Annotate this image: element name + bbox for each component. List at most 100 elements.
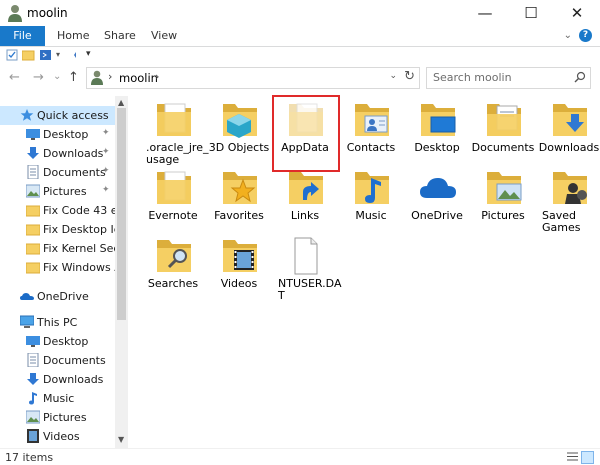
nav-pictures[interactable]: Pictures ✦ (0, 182, 115, 201)
file-item-ntuser-dat[interactable]: NTUSER.DA T (272, 236, 341, 302)
desktop-icon (26, 129, 40, 140)
videos-icon (223, 240, 257, 272)
tab-view[interactable]: View (151, 26, 177, 46)
desktop-icon (26, 336, 40, 347)
music-icon (29, 392, 37, 405)
ribbon-tabs: File Home Share View ⌄ ? (0, 26, 600, 47)
scroll-up-button[interactable]: ▲ (118, 98, 124, 107)
scrollbar-thumb[interactable] (117, 108, 126, 320)
download-icon (27, 147, 39, 159)
appdata-highlight-box (272, 95, 340, 172)
videos-icon (27, 429, 39, 443)
nav-pc-downloads[interactable]: Downloads (0, 370, 115, 389)
breadcrumb-separator[interactable]: › (155, 70, 159, 83)
forward-button[interactable]: → (33, 70, 44, 85)
file-item-pictures[interactable]: Pictures (470, 168, 536, 234)
navigation-pane: Quick access Desktop ✦ Downloads ✦ Docum… (0, 96, 127, 448)
properties-icon[interactable] (6, 49, 18, 64)
folder-icon (26, 205, 40, 217)
file-list: .oracle_jre_ usage 3D Objects AppData Co… (140, 95, 600, 448)
scroll-down-button[interactable]: ▼ (118, 435, 124, 444)
file-icon (294, 237, 318, 275)
address-bar[interactable]: › moolin › ⌄ ↻ (86, 67, 420, 89)
file-item-contacts[interactable]: Contacts (338, 100, 404, 166)
item-count: 17 items (5, 451, 54, 464)
file-item-favorites[interactable]: Favorites (206, 168, 272, 234)
download-icon (27, 373, 39, 385)
nav-pc-music[interactable]: Music (0, 389, 115, 408)
file-item-searches[interactable]: Searches (140, 236, 206, 302)
file-item-3d-objects[interactable]: 3D Objects (206, 100, 272, 166)
file-item-music[interactable]: Music (338, 168, 404, 234)
breadcrumb-separator[interactable]: › (108, 70, 112, 83)
nav-documents[interactable]: Documents ✦ (0, 163, 115, 182)
new-folder-icon[interactable] (21, 49, 35, 64)
search-placeholder: Search moolin (433, 71, 512, 84)
nav-pc-videos[interactable]: Videos (0, 427, 115, 446)
file-item-downloads[interactable]: Downloads (536, 100, 600, 166)
pin-icon[interactable]: ✦ (102, 166, 110, 176)
refresh-button[interactable]: ↻ (404, 69, 415, 84)
pin-icon[interactable]: ✦ (102, 147, 110, 157)
minimize-button[interactable]: — (462, 0, 508, 26)
file-item-videos[interactable]: Videos (206, 236, 272, 302)
pictures-icon (26, 410, 40, 424)
star-icon (20, 109, 34, 121)
maximize-button[interactable]: ☐ (508, 0, 554, 26)
file-item-oracle-jre-usage[interactable]: .oracle_jre_ usage (140, 100, 208, 166)
folder-icon (157, 171, 191, 204)
file-item-onedrive[interactable]: OneDrive (404, 168, 470, 234)
nav-pc-desktop[interactable]: Desktop (0, 332, 115, 351)
searches-icon (157, 240, 191, 272)
nav-scrollbar[interactable]: ▲ ▼ (115, 96, 128, 448)
documents-icon (27, 353, 39, 367)
pin-icon[interactable] (66, 49, 78, 64)
tab-file[interactable]: File (0, 26, 45, 46)
file-item-desktop[interactable]: Desktop (404, 100, 470, 166)
customize-qat-icon[interactable]: ▾ (86, 49, 91, 59)
recent-locations-button[interactable]: ⌄ (53, 71, 61, 82)
contacts-icon (355, 104, 389, 136)
ribbon-expand-button[interactable]: ⌄ (564, 30, 572, 41)
details-view-icon[interactable] (567, 451, 578, 462)
nav-quick-access[interactable]: Quick access (0, 106, 115, 125)
3d-objects-icon (223, 104, 257, 138)
nav-fix-code-43[interactable]: Fix Code 43 error (0, 201, 115, 220)
folder-icon (26, 243, 40, 255)
nav-pc-documents[interactable]: Documents (0, 351, 115, 370)
nav-fix-kernel-security[interactable]: Fix Kernel Securit (0, 239, 115, 258)
tab-share[interactable]: Share (104, 26, 136, 46)
nav-desktop[interactable]: Desktop ✦ (0, 125, 115, 144)
nav-pc-pictures[interactable]: Pictures (0, 408, 115, 427)
nav-this-pc[interactable]: This PC (0, 313, 115, 332)
large-icons-view-icon[interactable] (581, 451, 594, 464)
nav-fix-windows-audio[interactable]: Fix Windows Aud (0, 258, 115, 277)
documents-icon (487, 104, 521, 136)
nav-downloads[interactable]: Downloads ✦ (0, 144, 115, 163)
qat-dropdown-arrow[interactable]: ▾ (56, 50, 60, 59)
file-item-saved-games[interactable]: Saved Games (536, 168, 600, 234)
address-row: ← → ⌄ ↑ › moolin › ⌄ ↻ Search moolin (0, 64, 600, 92)
nav-fix-desktop-icon[interactable]: Fix Desktop Icon (0, 220, 115, 239)
pictures-icon (26, 184, 40, 198)
back-button[interactable]: ← (9, 70, 20, 85)
onedrive-icon (420, 178, 456, 198)
up-button[interactable]: ↑ (68, 70, 79, 85)
pin-icon[interactable]: ✦ (102, 185, 110, 195)
pictures-icon (487, 172, 522, 204)
address-dropdown-button[interactable]: ⌄ (389, 71, 397, 81)
window-title: moolin (27, 6, 68, 20)
music-icon (355, 172, 389, 204)
file-item-links[interactable]: Links (272, 168, 338, 234)
nav-onedrive[interactable]: OneDrive (0, 287, 115, 306)
tab-home[interactable]: Home (57, 26, 89, 46)
search-input[interactable]: Search moolin (426, 67, 591, 89)
breadcrumb-moolin[interactable]: moolin (119, 71, 158, 85)
close-button[interactable]: ✕ (554, 0, 600, 26)
rename-icon[interactable] (40, 49, 54, 64)
desktop-icon (421, 104, 456, 136)
pin-icon[interactable]: ✦ (102, 128, 110, 138)
file-item-evernote[interactable]: Evernote (140, 168, 206, 234)
help-icon[interactable]: ? (579, 29, 592, 42)
file-item-documents[interactable]: Documents (470, 100, 536, 166)
